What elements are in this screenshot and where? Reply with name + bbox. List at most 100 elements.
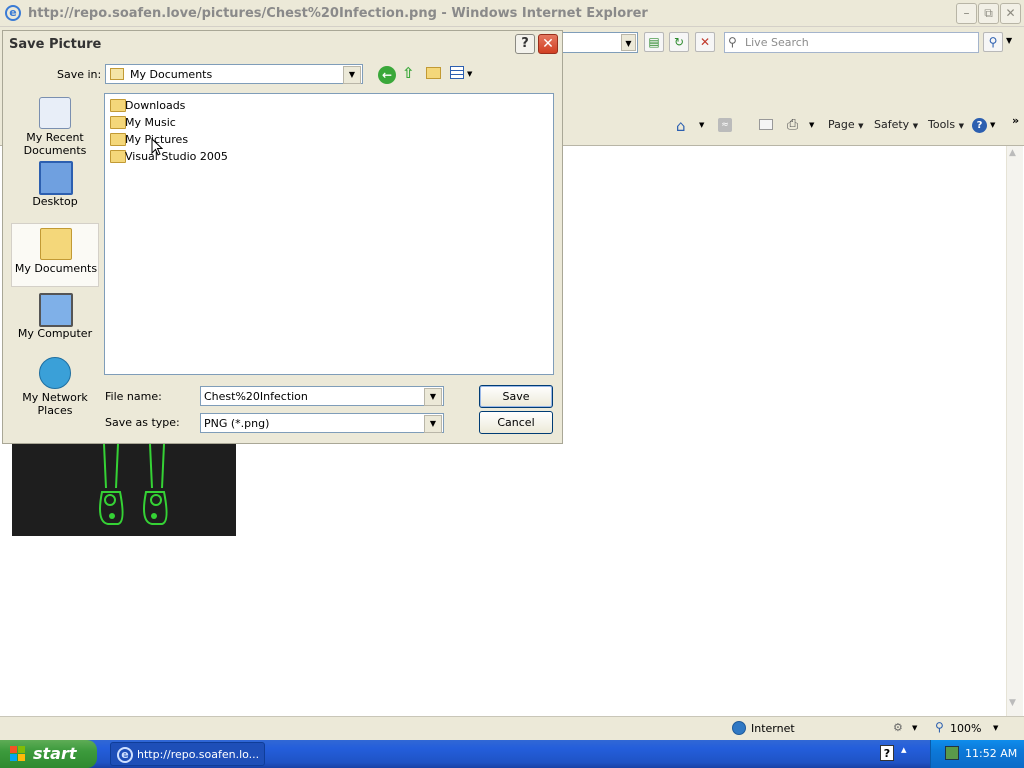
dialog-close-button[interactable]: ✕ — [538, 34, 558, 54]
up-folder-icon[interactable]: ⇧ — [402, 64, 415, 82]
zoom-chevron-icon[interactable]: ▼ — [993, 724, 998, 732]
list-item[interactable]: My Pictures — [107, 131, 307, 147]
place-my-network-places[interactable]: My Network Places — [11, 353, 99, 417]
more-icon[interactable]: » — [1012, 114, 1019, 127]
dialog-help-button[interactable]: ? — [515, 34, 535, 54]
file-name: Visual Studio 2005 — [125, 150, 228, 163]
file-name: Downloads — [125, 99, 186, 112]
save-in-value: My Documents — [130, 68, 213, 81]
search-options-chevron-icon[interactable]: ▼ — [1006, 36, 1012, 45]
live-search-input[interactable]: ⚲ Live Search — [724, 32, 979, 53]
place-desktop[interactable]: Desktop — [11, 159, 99, 221]
places-bar: My Recent Documents Desktop My Documents… — [9, 93, 101, 423]
list-item[interactable]: Visual Studio 2005 — [107, 148, 307, 164]
ie-window-title: http://repo.soafen.love/pictures/Chest%2… — [28, 6, 648, 21]
scroll-up-icon[interactable]: ▲ — [1009, 148, 1016, 158]
save-picture-dialog: Save Picture ? ✕ Save in: My Documents ▼… — [2, 30, 563, 444]
status-bar — [0, 716, 1024, 740]
print-icon[interactable]: ⎙ — [787, 117, 798, 133]
file-name-label: File name: — [105, 390, 162, 403]
views-icon[interactable] — [450, 66, 464, 79]
views-chevron-icon[interactable]: ▼ — [467, 70, 472, 78]
my-documents-small-icon — [110, 68, 124, 80]
folder-icon — [110, 99, 126, 112]
displayed-picture[interactable] — [12, 440, 236, 536]
help-tray-icon[interactable]: ? — [880, 745, 894, 761]
print-chevron-icon[interactable]: ▼ — [809, 121, 814, 129]
chevron-down-icon[interactable]: ▼ — [621, 34, 636, 51]
place-my-documents[interactable]: My Documents — [11, 223, 99, 287]
taskbar-item-label: http://repo.soafen.lo... — [137, 748, 260, 761]
home-icon[interactable]: ⌂ — [676, 117, 686, 135]
home-chevron-icon[interactable]: ▼ — [699, 121, 704, 129]
file-name-input[interactable]: Chest%20Infection ▼ — [200, 386, 444, 406]
restore-button[interactable]: ⧉ — [978, 3, 999, 24]
new-folder-icon[interactable] — [426, 67, 441, 79]
save-in-label: Save in: — [57, 68, 102, 81]
page-menu[interactable]: Page ▼ — [828, 118, 864, 131]
save-type-label: Save as type: — [105, 416, 180, 429]
windows-logo-icon — [10, 746, 26, 762]
search-icon: ⚲ — [728, 35, 737, 49]
save-in-dropdown[interactable]: My Documents ▼ — [105, 64, 363, 84]
desktop-icon — [39, 161, 73, 195]
address-input[interactable]: ▼ — [560, 32, 638, 53]
list-item[interactable]: Downloads — [107, 97, 307, 113]
file-name-value: Chest%20Infection — [204, 390, 308, 403]
clock[interactable]: 11:52 AM — [965, 747, 1017, 760]
place-my-computer[interactable]: My Computer — [11, 289, 99, 351]
ie-logo-icon: e — [5, 5, 21, 21]
file-name: My Music — [125, 116, 176, 129]
system-tray: 11:52 AM — [930, 740, 1024, 768]
search-go-icon[interactable]: ⚲ — [983, 32, 1003, 52]
list-item[interactable]: My Music — [107, 114, 307, 130]
folder-icon — [110, 150, 126, 163]
taskbar-item-ie[interactable]: e http://repo.soafen.lo... — [110, 742, 265, 766]
safety-menu[interactable]: Safety ▼ — [874, 118, 918, 131]
minimize-button[interactable]: – — [956, 3, 977, 24]
place-label: My Computer — [17, 327, 93, 340]
recent-documents-icon — [39, 97, 71, 129]
folder-icon — [110, 133, 126, 146]
tools-menu[interactable]: Tools ▼ — [928, 118, 964, 131]
live-search-placeholder: Live Search — [745, 36, 809, 49]
my-documents-icon — [40, 228, 72, 260]
zoom-level[interactable]: 100% — [950, 722, 981, 735]
start-button[interactable]: start — [0, 740, 97, 768]
protected-mode-chevron-icon[interactable]: ▼ — [912, 724, 917, 732]
help-chevron-icon[interactable]: ▼ — [990, 121, 995, 129]
dialog-title: Save Picture — [9, 37, 102, 52]
save-button[interactable]: Save — [479, 385, 553, 408]
back-icon[interactable]: ← — [378, 66, 396, 84]
place-label: My Documents — [14, 262, 98, 275]
compat-view-icon[interactable]: ▤ — [644, 32, 664, 52]
chevron-down-icon[interactable]: ▼ — [343, 66, 361, 84]
network-places-icon — [39, 357, 71, 389]
folder-icon — [110, 116, 126, 129]
scroll-down-icon[interactable]: ▼ — [1009, 698, 1016, 708]
chevron-down-icon[interactable]: ▼ — [424, 415, 442, 433]
my-computer-icon — [39, 293, 73, 327]
mail-icon[interactable] — [759, 119, 773, 130]
save-type-dropdown[interactable]: PNG (*.png) ▼ — [200, 413, 444, 433]
cancel-button[interactable]: Cancel — [479, 411, 553, 434]
place-label: Desktop — [32, 195, 78, 208]
start-label: start — [33, 744, 77, 763]
close-window-button[interactable]: ✕ — [1000, 3, 1021, 24]
chevron-down-icon[interactable]: ▼ — [424, 388, 442, 406]
network-tray-icon[interactable] — [945, 746, 959, 760]
save-type-value: PNG (*.png) — [204, 417, 270, 430]
globe-icon — [732, 721, 746, 735]
protected-mode-icon[interactable]: ⚙ — [893, 721, 903, 734]
feeds-icon[interactable]: ≈ — [718, 118, 732, 132]
vertical-scrollbar[interactable]: ▲ ▼ — [1006, 146, 1023, 716]
zoom-icon[interactable]: ⚲ — [935, 720, 944, 734]
file-list[interactable]: Downloads My Music My Pictures Visual St… — [104, 93, 554, 375]
help-icon[interactable]: ? — [972, 118, 987, 133]
place-label: My Recent Documents — [23, 131, 87, 157]
tray-chevron-icon[interactable]: ▴ — [901, 743, 907, 756]
place-label: My Network Places — [22, 391, 88, 417]
stop-icon[interactable]: ✕ — [695, 32, 715, 52]
place-my-recent-documents[interactable]: My Recent Documents — [11, 93, 99, 157]
refresh-icon[interactable]: ↻ — [669, 32, 689, 52]
